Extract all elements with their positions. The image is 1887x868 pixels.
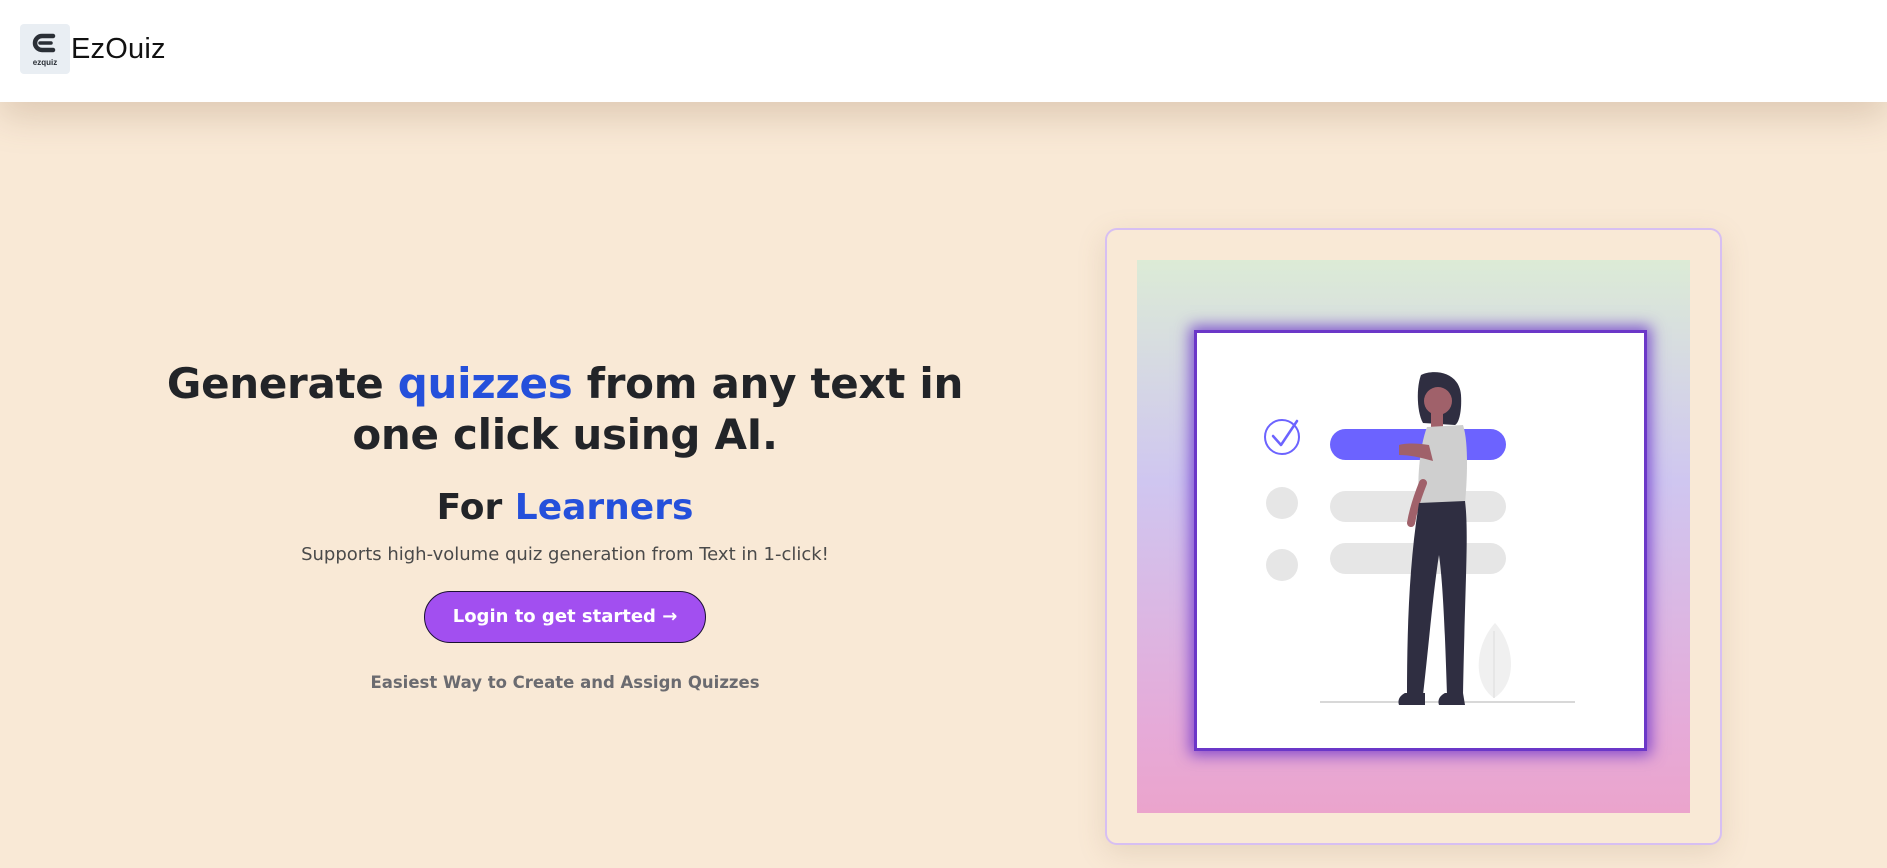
illustration-card: [1105, 228, 1722, 845]
quiz-illustration: [1194, 330, 1647, 751]
logo-small-text: ezquiz: [32, 58, 58, 67]
leaf-icon: [1478, 623, 1512, 698]
subhead-accent: Learners: [514, 487, 694, 528]
checkmark-circle-icon: [1264, 419, 1300, 455]
hero-section: Generate quizzes from any text in one cl…: [160, 358, 970, 692]
brand-name[interactable]: EzOuiz: [71, 33, 166, 66]
person-illustration: [1264, 372, 1575, 705]
hero-subhead: For Learners: [160, 486, 970, 530]
tagline: Easiest Way to Create and Assign Quizzes: [370, 673, 760, 692]
top-navbar: ezquiz EzOuiz: [0, 0, 1887, 102]
illustration-gradient-bg: [1137, 260, 1690, 813]
hero-headline: Generate quizzes from any text in one cl…: [160, 358, 970, 460]
headline-part1: Generate: [166, 359, 398, 408]
logo[interactable]: ezquiz: [20, 24, 70, 74]
headline-accent: quizzes: [397, 359, 573, 408]
subhead-prefix: For: [436, 487, 515, 528]
support-text: Supports high-volume quiz generation fro…: [301, 544, 829, 565]
logo-icon: [32, 33, 56, 53]
login-button[interactable]: Login to get started →: [423, 591, 707, 643]
